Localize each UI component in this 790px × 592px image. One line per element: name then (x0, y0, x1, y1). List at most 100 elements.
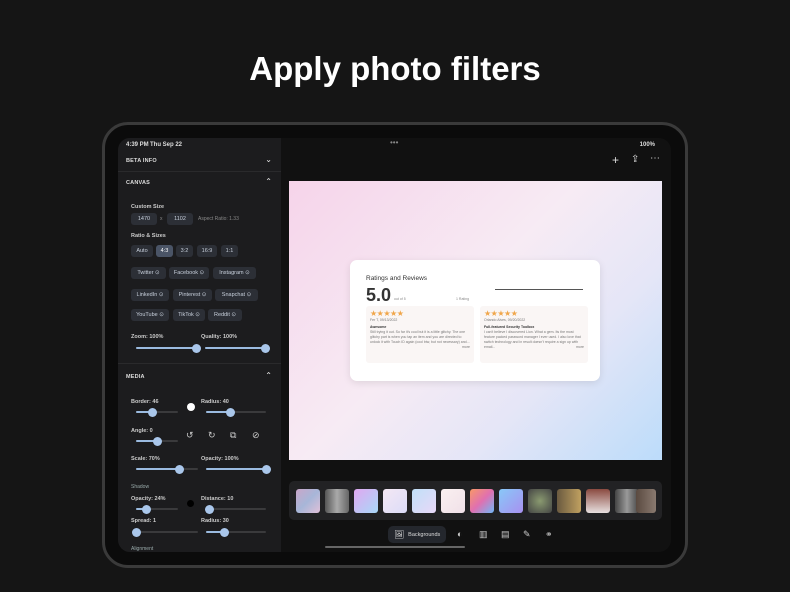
shadow-radius-slider[interactable] (206, 527, 266, 537)
review-meta: Fer T, 09/13/2022 (370, 318, 398, 322)
filters-icon[interactable]: ⚭ (545, 529, 553, 540)
ratio-16-9[interactable]: 16:9 (197, 245, 217, 257)
canvas-label: CANVAS (126, 180, 151, 186)
chevron-up-icon: ⌃ (265, 371, 272, 380)
size-separator: x (160, 216, 163, 222)
background-thumbnail[interactable] (470, 489, 494, 513)
radius-label: Radius: 40 (201, 399, 229, 405)
quality-label: Quality: 100% (201, 334, 238, 340)
border-slider[interactable] (136, 407, 178, 417)
preset-tiktok[interactable]: TikTok ⊙ (173, 309, 205, 321)
backgrounds-tab[interactable]: 🖼 Backgrounds (388, 526, 447, 543)
preset-snapchat[interactable]: Snapchat ⊙ (215, 289, 258, 301)
rating-bar (495, 289, 583, 290)
background-thumbnail[interactable] (383, 489, 407, 513)
height-input[interactable]: 1102 (167, 213, 193, 225)
scale-label: Scale: 70% (131, 456, 160, 462)
chevron-up-icon: ⌃ (265, 177, 272, 186)
overlay-icon[interactable]: ◐ (457, 529, 462, 539)
preset-label: Snapchat (221, 292, 246, 298)
ratio-4-3[interactable]: 4:3 (156, 245, 173, 257)
border-label: Border: 46 (131, 399, 159, 405)
more-icon[interactable]: ⋯ (650, 153, 660, 164)
star-rating: ★★★★★ (484, 309, 518, 318)
background-thumbnail[interactable] (499, 489, 523, 513)
home-indicator (325, 546, 465, 548)
share-icon[interactable]: ⇪ (631, 154, 639, 165)
preset-label: Facebook (173, 270, 199, 276)
preset-label: Twitter (137, 270, 154, 276)
distance-slider[interactable] (204, 504, 266, 514)
preset-reddit[interactable]: Reddit ⊙ (208, 309, 242, 321)
canvas-preview[interactable]: Ratings and Reviews 5.0 out of 5 1 Ratin… (289, 181, 662, 460)
background-thumbnail[interactable] (325, 489, 349, 513)
review-card: ★★★★★ Orlando Alves, 09/20/2022 Full-fea… (480, 306, 588, 363)
app-screen: 4:39 PM Thu Sep 22 BETA INFO ⌄ CANVAS ⌃ … (118, 138, 671, 552)
edit-icon[interactable]: ✎ (523, 529, 531, 540)
sidebar: 4:39 PM Thu Sep 22 BETA INFO ⌄ CANVAS ⌃ … (118, 138, 281, 552)
star-rating: ★★★★★ (370, 309, 404, 318)
beta-info-header[interactable]: BETA INFO ⌄ (118, 152, 281, 170)
width-input[interactable]: 1470 (131, 213, 157, 225)
zoom-label: Zoom: 100% (131, 334, 164, 340)
layout-icon[interactable]: ▥ (479, 529, 488, 540)
shadow-color-swatch[interactable] (187, 500, 194, 507)
preset-pinterest[interactable]: Pinterest ⊙ (173, 289, 212, 301)
preset-linkedin[interactable]: LinkedIn ⊙ (131, 289, 169, 301)
background-thumbnail[interactable] (636, 489, 656, 513)
radius-slider[interactable] (206, 407, 266, 417)
alignment-label: Alignment (131, 546, 154, 552)
template-icon[interactable]: ▤ (501, 529, 510, 540)
opacity-label: Opacity: 100% (201, 456, 239, 462)
ratio-auto[interactable]: Auto (131, 245, 153, 257)
media-header[interactable]: MEDIA ⌃ (118, 370, 281, 384)
screenshot-card: Ratings and Reviews 5.0 out of 5 1 Ratin… (350, 260, 600, 381)
beta-info-label: BETA INFO (126, 158, 157, 164)
ratio-1-1[interactable]: 1:1 (221, 245, 238, 257)
rotate-right-icon[interactable]: ↻ (208, 430, 216, 441)
angle-slider[interactable] (136, 436, 178, 446)
status-date: Thu Sep 22 (150, 142, 183, 148)
background-thumbnail[interactable] (296, 489, 320, 513)
background-thumbnail[interactable] (586, 489, 610, 513)
background-thumbnail[interactable] (412, 489, 436, 513)
custom-size-label: Custom Size (131, 204, 165, 210)
more-link: more (576, 345, 584, 349)
preset-facebook[interactable]: Facebook ⊙ (169, 267, 209, 279)
media-label: MEDIA (126, 374, 145, 380)
flip-icon[interactable]: ⧉ (230, 430, 236, 441)
background-thumbnail[interactable] (557, 489, 581, 513)
headline: Apply photo filters (249, 50, 541, 87)
shadow-opacity-slider[interactable] (136, 504, 178, 514)
background-thumbnail[interactable] (528, 489, 552, 513)
preset-instagram[interactable]: Instagram ⊙ (213, 267, 256, 279)
hide-icon[interactable]: ⊘ (252, 430, 260, 441)
scale-slider[interactable] (136, 464, 198, 474)
spread-slider[interactable] (132, 527, 198, 537)
preset-twitter[interactable]: Twitter ⊙ (131, 267, 166, 279)
background-thumbnail[interactable] (441, 489, 465, 513)
rotate-left-icon[interactable]: ↺ (186, 430, 194, 441)
quality-slider[interactable] (205, 343, 270, 353)
shadow-label: Shadow (131, 484, 150, 490)
opacity-slider[interactable] (206, 464, 271, 474)
preset-label: YouTube (136, 312, 158, 318)
ratio-3-2[interactable]: 3:2 (176, 245, 193, 257)
preset-label: TikTok (178, 312, 194, 318)
out-of: out of 5 (394, 297, 406, 301)
chevron-down-icon: ⌄ (265, 155, 272, 164)
preset-label: LinkedIn (136, 292, 158, 298)
border-color-swatch[interactable] (187, 403, 195, 411)
multitask-dots-icon[interactable]: ••• (390, 138, 398, 147)
canvas-header[interactable]: CANVAS ⌃ (118, 176, 281, 190)
angle-label: Angle: 0 (131, 428, 153, 434)
preset-label: Reddit (213, 312, 230, 318)
add-icon[interactable]: + (612, 153, 619, 167)
background-thumbnail[interactable] (354, 489, 378, 513)
preset-youtube[interactable]: YouTube ⊙ (131, 309, 169, 321)
review-meta: Orlando Alves, 09/20/2022 (484, 318, 526, 322)
background-filmstrip (289, 481, 662, 520)
card-title: Ratings and Reviews (366, 275, 428, 282)
spread-label: Spread: 1 (131, 518, 157, 524)
zoom-slider[interactable] (136, 343, 201, 353)
